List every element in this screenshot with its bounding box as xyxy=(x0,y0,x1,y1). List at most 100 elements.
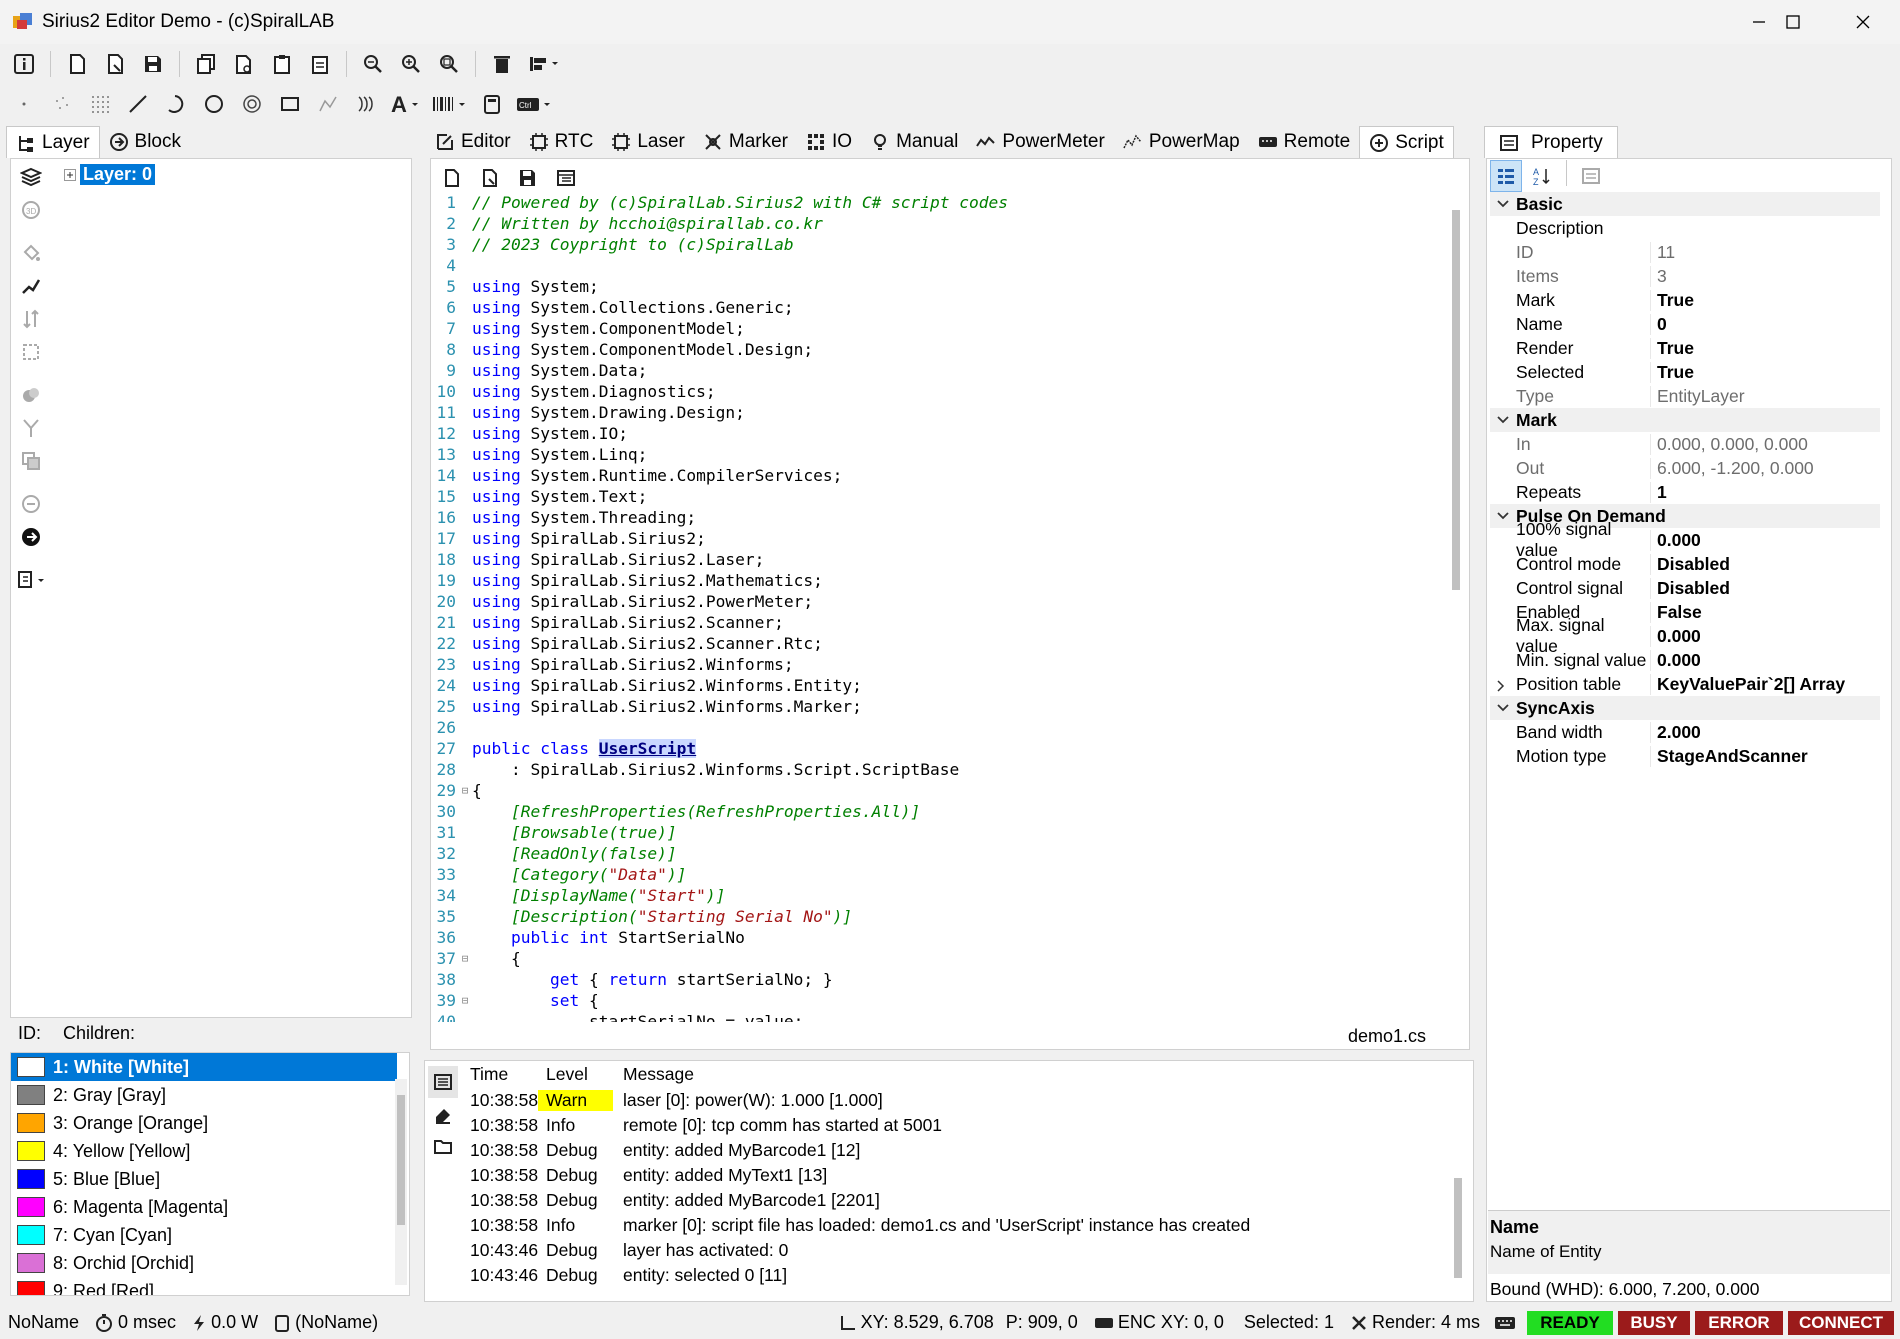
close-button[interactable] xyxy=(1828,0,1898,44)
fold-gutter[interactable]: ⊟ xyxy=(458,780,472,801)
log-row[interactable]: 10:38:58 Debug entity: added MyBarcode1 [1… xyxy=(458,1138,1448,1163)
log-folder-button[interactable] xyxy=(428,1130,458,1162)
color-item[interactable]: 9: Red [Red] xyxy=(11,1277,397,1295)
property-pages-button[interactable] xyxy=(1575,160,1607,192)
property-value[interactable]: True xyxy=(1650,337,1880,359)
tab-laser[interactable]: Laser xyxy=(602,126,694,158)
tab-block[interactable]: Block xyxy=(100,126,190,158)
log-clear-button[interactable] xyxy=(428,1098,458,1130)
log-header-level[interactable]: Level xyxy=(538,1064,613,1085)
property-row[interactable]: Motion type StageAndScanner xyxy=(1490,744,1880,768)
sort-button[interactable] xyxy=(12,302,50,335)
fold-gutter[interactable]: ⊟ xyxy=(458,990,472,1011)
color-item[interactable]: 4: Yellow [Yellow] xyxy=(11,1137,397,1165)
property-value[interactable]: 11 xyxy=(1650,241,1880,263)
property-row[interactable]: Min. signal value 0.000 xyxy=(1490,648,1880,672)
delete-button[interactable] xyxy=(486,48,518,80)
log-scrollbar[interactable] xyxy=(1452,1178,1464,1296)
color-list-scrollbar[interactable] xyxy=(395,1079,407,1285)
log-row[interactable]: 10:43:46 Debug layer has activated: 0 xyxy=(458,1238,1448,1263)
explode-button[interactable] xyxy=(12,335,50,368)
script-open-button[interactable] xyxy=(474,162,506,194)
split-button[interactable] xyxy=(12,411,50,444)
duplicate-button[interactable] xyxy=(12,444,50,477)
color-list-scroll-thumb[interactable] xyxy=(397,1095,405,1225)
property-value[interactable]: False xyxy=(1650,601,1880,623)
tab-rtc[interactable]: RTC xyxy=(520,126,603,158)
code-editor[interactable]: 1 // Powered by (c)SpiralLab.Sirius2 with… xyxy=(434,192,1452,1022)
arc-tool[interactable] xyxy=(160,88,192,120)
property-value[interactable]: 0.000, 0.000, 0.000 xyxy=(1650,433,1880,455)
log-row[interactable]: 10:38:58 Warn laser [0]: power(W): 1.000 [… xyxy=(458,1088,1448,1113)
info-button[interactable] xyxy=(8,48,40,80)
property-value[interactable]: 0 xyxy=(1650,313,1880,335)
maximize-button[interactable] xyxy=(1758,0,1828,44)
property-value[interactable]: 0.000 xyxy=(1650,625,1880,647)
group-button[interactable] xyxy=(12,378,50,411)
property-row[interactable]: Max. signal value 0.000 xyxy=(1490,615,1880,656)
align-dropdown[interactable] xyxy=(524,48,566,80)
tab-editor[interactable]: Editor xyxy=(426,126,520,158)
log-scroll-thumb[interactable] xyxy=(1454,1178,1462,1278)
log-row[interactable]: 10:38:58 Info remote [0]: tcp comm has sta… xyxy=(458,1113,1448,1138)
property-row[interactable]: In 0.000, 0.000, 0.000 xyxy=(1490,432,1880,456)
property-value[interactable]: StageAndScanner xyxy=(1650,745,1880,767)
tab-property[interactable]: Property xyxy=(1484,126,1618,158)
zoom-out-button[interactable] xyxy=(395,48,427,80)
log-list-button[interactable] xyxy=(428,1066,458,1098)
raster-tool[interactable] xyxy=(84,88,116,120)
tab-io[interactable]: IO xyxy=(797,126,861,158)
property-value[interactable]: KeyValuePair`2[] Array xyxy=(1650,673,1880,695)
log-header-time[interactable]: Time xyxy=(458,1064,538,1085)
color-item[interactable]: 3: Orange [Orange] xyxy=(11,1109,397,1137)
zoom-in-button[interactable] xyxy=(357,48,389,80)
point-tool[interactable] xyxy=(8,88,40,120)
ctrl-dropdown[interactable]: Ctrl xyxy=(514,88,556,120)
rectangle-tool[interactable] xyxy=(274,88,306,120)
property-row[interactable]: Control mode Disabled xyxy=(1490,552,1880,576)
property-category[interactable]: Mark xyxy=(1490,408,1880,432)
points-tool[interactable] xyxy=(46,88,78,120)
tab-manual[interactable]: Manual xyxy=(861,126,967,158)
property-value[interactable]: 2.000 xyxy=(1650,721,1880,743)
property-category[interactable]: Basic xyxy=(1490,192,1880,216)
tab-powermap[interactable]: PowerMap xyxy=(1114,126,1249,158)
color-item[interactable]: 1: White [White] xyxy=(11,1053,397,1081)
open-button[interactable] xyxy=(99,48,131,80)
property-row[interactable]: Name 0 xyxy=(1490,312,1880,336)
color-item[interactable]: 8: Orchid [Orchid] xyxy=(11,1249,397,1277)
property-value[interactable]: True xyxy=(1650,361,1880,383)
paste-button[interactable] xyxy=(266,48,298,80)
tab-script[interactable]: Script xyxy=(1359,126,1454,158)
script-save-button[interactable] xyxy=(512,162,544,194)
export-dropdown[interactable] xyxy=(12,563,50,596)
property-row[interactable]: Selected True xyxy=(1490,360,1880,384)
barcode-tool-dropdown[interactable] xyxy=(430,88,470,120)
alphabetical-button[interactable]: AZ xyxy=(1526,160,1558,192)
property-row[interactable]: Render True xyxy=(1490,336,1880,360)
rotate-button[interactable] xyxy=(12,487,50,520)
cut-button[interactable] xyxy=(228,48,260,80)
property-value[interactable]: Disabled xyxy=(1650,577,1880,599)
property-row[interactable]: Mark True xyxy=(1490,288,1880,312)
trepan-tool[interactable] xyxy=(350,88,382,120)
zoom-fit-button[interactable] xyxy=(433,48,465,80)
run-button[interactable] xyxy=(12,520,50,553)
copy-button[interactable] xyxy=(190,48,222,80)
save-button[interactable] xyxy=(137,48,169,80)
property-value[interactable]: True xyxy=(1650,289,1880,311)
layers-button[interactable] xyxy=(12,160,50,193)
property-value[interactable]: 3 xyxy=(1650,265,1880,287)
categorized-button[interactable] xyxy=(1490,160,1522,192)
property-row[interactable]: Type EntityLayer xyxy=(1490,384,1880,408)
new-button[interactable] xyxy=(61,48,93,80)
property-row[interactable]: Out 6.000, -1.200, 0.000 xyxy=(1490,456,1880,480)
tab-powermeter[interactable]: PowerMeter xyxy=(967,126,1113,158)
color-item[interactable]: 2: Gray [Gray] xyxy=(11,1081,397,1109)
tab-layer[interactable]: Layer xyxy=(6,126,100,158)
3d-button[interactable]: 3D xyxy=(12,193,50,226)
property-value[interactable]: Disabled xyxy=(1650,553,1880,575)
fill-button[interactable] xyxy=(12,236,50,269)
property-row[interactable]: Control signal Disabled xyxy=(1490,576,1880,600)
fold-gutter[interactable]: ⊟ xyxy=(458,948,472,969)
